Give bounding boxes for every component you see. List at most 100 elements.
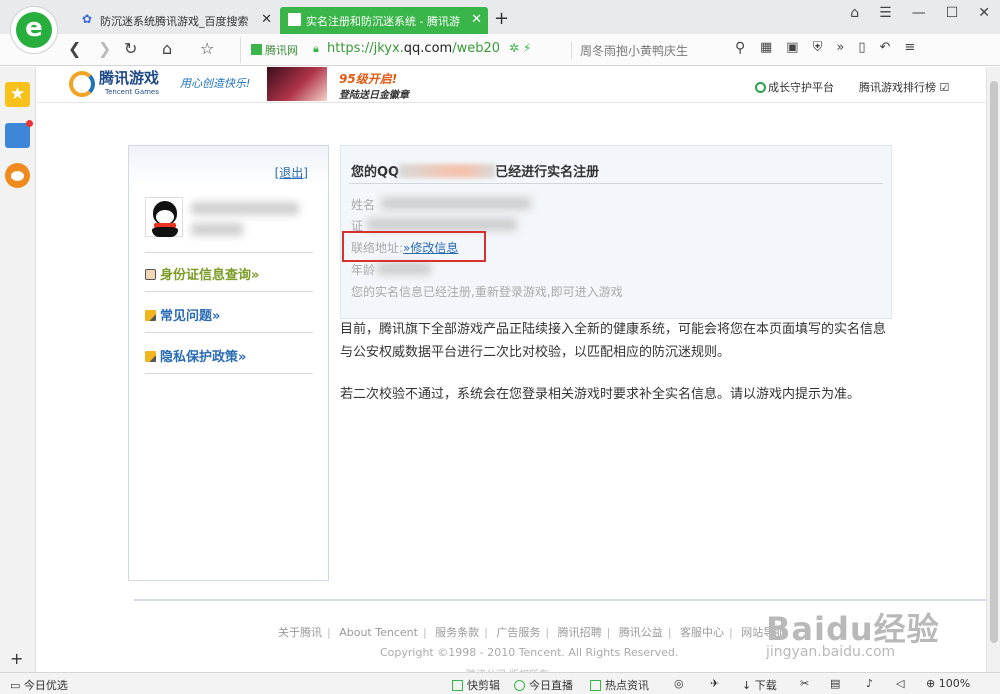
baidu-paw-icon: ✿ [82,12,93,26]
forward-icon[interactable]: ❯ [98,39,111,58]
privacy-policy-link[interactable]: 隐私保护政策» [145,346,246,365]
browser-sidebar: ★ + [0,67,36,672]
id-card-icon [145,269,156,280]
edit-icon [452,680,463,691]
id-info-query-link[interactable]: 身份证信息查询» [145,264,259,283]
zoom-icon: ⊕ [926,677,939,690]
info-title: 您的QQ 已经进行实名注册 [351,164,600,180]
weibo-icon[interactable] [5,163,30,188]
tab-close-icon[interactable]: ✕ [471,12,482,27]
refresh-icon[interactable]: ↻ [124,39,137,58]
search-icon[interactable]: ⚲ [735,40,745,56]
navigation-bar: ❮ ❯ ↻ ⌂ ☆ 腾讯网 🔒︎ https://jkyx.qq.com/web… [0,34,1000,66]
phone-icon[interactable]: ▯ [858,40,865,55]
mute-icon[interactable]: ◁ [896,677,904,690]
site-tag[interactable]: 腾讯网 [251,42,298,58]
zoom-level[interactable]: ⊕ 100% [926,677,970,690]
browser-logo-icon[interactable]: e [10,6,58,54]
speed-icon[interactable]: ✲ ⚡ [509,41,531,55]
redacted-id [367,218,517,231]
pencil-icon [145,351,156,362]
skin-icon[interactable]: ⌂ [850,5,859,21]
user-panel: [退出] 身份证信息查询» 常见问题» 隐私保护政策» [128,145,329,581]
footer-link[interactable]: 关于腾讯 [278,626,322,639]
page-header: 腾讯游戏 Tencent Games 用心创造快乐! 95级开启! 登陆送日金徽… [37,67,985,103]
play-icon [514,680,525,691]
redacted-qq-number [191,223,243,236]
footer-link[interactable]: 腾讯公益 [619,626,663,639]
news-small-icon [590,680,601,691]
guardian-platform-link[interactable]: 成长守护平台 [755,79,834,95]
registered-notice: 您的实名信息已经注册,重新登录游戏,即可进入游戏 [351,285,623,299]
add-sidebar-icon[interactable]: + [10,649,23,668]
slogan: 用心创造快乐! [180,77,251,90]
footer-link[interactable]: 广告服务 [496,626,540,639]
logo-subtext: Tencent Games [105,88,159,96]
banner-image[interactable] [267,67,327,101]
bookmark-star-icon[interactable]: ☆ [200,39,214,58]
scrollbar-thumb[interactable] [990,81,998,643]
quick-edit[interactable]: 快剪辑 [452,677,500,693]
undo-icon[interactable]: ↶ [879,40,890,55]
avatar [145,197,183,237]
age-row: 年龄 [351,263,376,277]
page-icon [288,13,301,26]
redacted-qq [399,164,496,178]
lock-icon: 🔒︎ [313,42,319,55]
hot-news[interactable]: 热点资讯 [590,677,649,693]
tencent-games-logo-icon[interactable] [69,71,95,97]
notification-icon[interactable]: ▣ [786,40,798,55]
checkbox-icon: ☑ [939,81,950,94]
daily-picks[interactable]: ▭ 今日优选 [10,677,68,693]
tab-close-icon[interactable]: ✕ [261,12,272,27]
speed-status-icon[interactable]: ◎ [674,677,684,690]
browser-titlebar: e ✿ 防沉迷系统腾讯游戏_百度搜索 ✕ 实名注册和防沉迷系统 - 腾讯游 ✕ … [0,0,1000,54]
pencil-icon [145,310,156,321]
footer-link[interactable]: 腾讯招聘 [558,626,602,639]
download[interactable]: ↓ 下载 [742,677,777,693]
search-input[interactable]: 周冬雨抱小黄鸭庆生 [571,42,731,59]
maximize-icon[interactable]: ☐ [946,5,959,21]
tab-baidu-search[interactable]: ✿ 防沉迷系统腾讯游戏_百度搜索 ✕ [74,7,278,34]
highlight-annotation [342,231,486,262]
verification-notice: 若二次校验不通过，系统会在您登录相关游戏时要求补全实名信息。请以游戏内提示为准。 [340,387,861,402]
footer-link[interactable]: 服务条款 [435,626,479,639]
new-tab-button[interactable]: + [494,8,509,29]
faq-link[interactable]: 常见问题» [145,305,220,324]
address-bar[interactable]: 腾讯网 🔒︎ https://jkyx.qq.com/web201 ✲ ⚡ 周冬… [240,37,764,63]
tab-title: 防沉迷系统腾讯游戏_百度搜索 [100,15,249,28]
tools-icon[interactable]: ✈ [710,677,719,690]
baidu-jingyan-watermark: Baidu经验 jingyan.baidu.com [766,610,940,660]
dual-window-icon[interactable]: ▤ [830,677,840,690]
minimize-icon[interactable]: — [912,5,926,21]
game-ranking-link[interactable]: 腾讯游戏排行榜 ☑ [859,79,949,95]
home-icon[interactable]: ⌂ [162,39,172,58]
close-icon[interactable]: ✕ [978,5,990,21]
picks-icon: ▭ [10,679,24,692]
menu-icon[interactable]: ☰ [879,5,892,21]
live-today[interactable]: 今日直播 [514,677,573,693]
screenshot-icon[interactable]: ✂ [800,677,809,690]
favorites-star-icon[interactable]: ★ [5,82,30,107]
shield-icon[interactable]: ⛨ [813,40,823,55]
url-text[interactable]: https://jkyx.qq.com/web201 [327,41,499,56]
footer-link[interactable]: About Tencent [339,626,418,639]
news-icon[interactable] [5,120,33,148]
tab-realname-system[interactable]: 实名注册和防沉迷系统 - 腾讯游 ✕ [280,7,488,34]
health-system-notice: 目前，腾讯旗下全部游戏产品正陆续接入全新的健康系统，可能会将您在本页面填写的实名… [340,322,887,360]
banner-headline[interactable]: 95级开启! [339,70,397,87]
apps-icon[interactable]: ▦ [760,40,772,55]
logout-link[interactable]: [退出] [275,164,308,181]
copyright: Copyright ©1998 - 2010 Tencent. All Righ… [380,646,679,659]
banner-subline[interactable]: 登陆送日金徽章 [339,86,409,101]
tab-title: 实名注册和防沉迷系统 - 腾讯游 [306,15,460,28]
back-icon[interactable]: ❮ [68,39,81,58]
footer-link[interactable]: 客服中心 [680,626,724,639]
more-icon[interactable]: » [836,40,844,55]
vertical-scrollbar[interactable] [986,67,1000,672]
toolbar-extensions: ▦ ▣ ⛨ » ▯ ↶ ≡ [760,40,915,55]
main-menu-icon[interactable]: ≡ [904,40,915,55]
footer-links: 关于腾讯 | About Tencent | 服务条款 | 广告服务 | 腾讯招聘 | 腾… [278,626,786,639]
redacted-username [191,202,299,215]
sound-icon[interactable]: ♪ [866,677,873,690]
